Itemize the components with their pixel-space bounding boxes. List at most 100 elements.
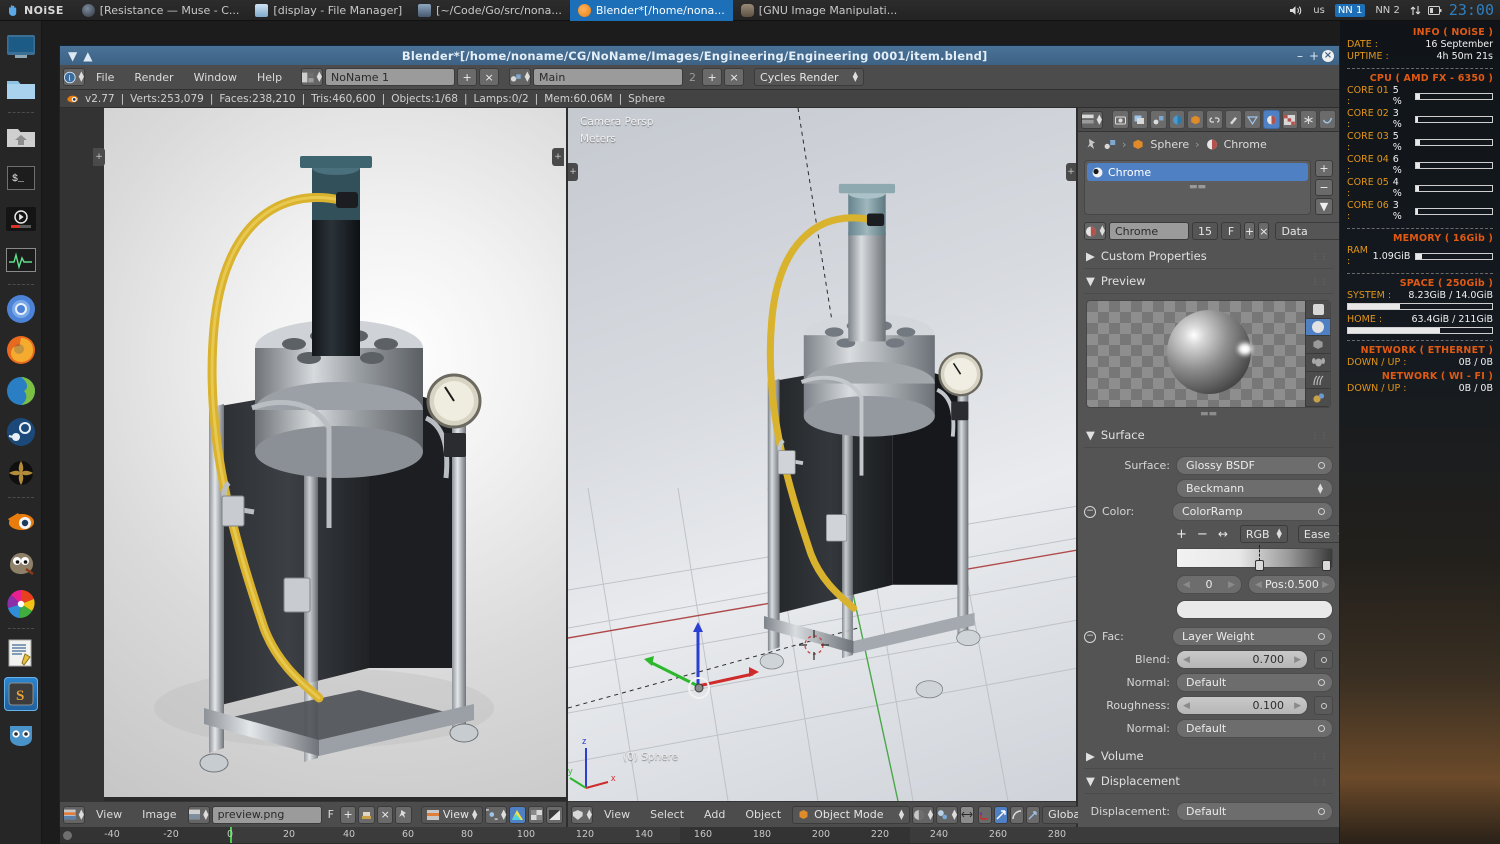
manipulator-rotate-button[interactable]: [1010, 805, 1025, 824]
add-image-button[interactable]: +: [339, 805, 357, 824]
screen-layout-icon-button[interactable]: ▲ ▼: [301, 68, 324, 86]
dock-item-terminal[interactable]: $_: [4, 161, 38, 195]
scene-field[interactable]: Main: [533, 68, 684, 86]
tab-world[interactable]: [1168, 110, 1186, 129]
preview-type-cube[interactable]: [1306, 336, 1330, 355]
tab-modifiers[interactable]: [1225, 110, 1242, 129]
node-socket-icon[interactable]: [1318, 633, 1325, 640]
pin-button[interactable]: [395, 805, 413, 824]
manipulator-translate-button[interactable]: [994, 805, 1009, 824]
image-editor-properties-expand-icon[interactable]: +: [552, 148, 564, 166]
properties-editor-type-selector[interactable]: ▲ ▼: [1081, 110, 1103, 129]
node-socket-icon[interactable]: [1318, 725, 1325, 732]
image-editor-menu-image[interactable]: Image: [133, 806, 185, 823]
taskbar-item-media-player[interactable]: [Resistance — Muse - C...: [74, 0, 248, 21]
workspace-1-button[interactable]: NN 1: [1334, 3, 1366, 17]
taskbar-item-blender[interactable]: Blender*[/home/nona...: [569, 0, 733, 21]
menu-file[interactable]: File: [87, 69, 123, 86]
viewport-3d-canvas[interactable]: z x y Camera Persp Meters (0) Sphere + +: [568, 108, 1076, 801]
node-socket-icon[interactable]: [1318, 508, 1325, 515]
dock-item-home[interactable]: [4, 120, 38, 154]
new-material-button[interactable]: +: [1244, 222, 1256, 240]
image-editor-canvas[interactable]: [104, 108, 566, 797]
increment-icon[interactable]: ▶: [1322, 580, 1329, 590]
fake-user-toggle[interactable]: F: [324, 808, 338, 821]
remove-colorramp-stop-button[interactable]: −: [1197, 527, 1208, 542]
dock-item-sublime[interactable]: S: [3, 677, 38, 711]
network-icon[interactable]: [1410, 4, 1421, 17]
panel-displacement[interactable]: ▼ Displacement ⋮⋮: [1084, 769, 1333, 794]
colorramp-stop-color-swatch[interactable]: [1176, 600, 1333, 619]
preview-type-sphere-sky[interactable]: [1306, 389, 1330, 407]
workspace-2-button[interactable]: NN 2: [1372, 4, 1403, 17]
flip-colorramp-button[interactable]: ↔: [1218, 527, 1228, 541]
viewport-editor-type-selector[interactable]: ▲ ▼: [571, 805, 593, 824]
add-screen-layout-button[interactable]: +: [457, 68, 478, 86]
preview-resize-grip[interactable]: ▬▬: [1084, 409, 1333, 419]
decrement-icon[interactable]: ◀: [1255, 580, 1262, 590]
dock-item-firefox[interactable]: [4, 333, 38, 367]
tab-render[interactable]: [1112, 110, 1130, 129]
pin-icon[interactable]: [1086, 138, 1098, 150]
menu-render[interactable]: Render: [125, 69, 182, 86]
material-preview[interactable]: [1086, 300, 1331, 408]
image-browse-icon-button[interactable]: ▲ ▼: [187, 805, 210, 824]
taskbar-item-file-manager[interactable]: [display - File Manager]: [247, 0, 410, 21]
panel-surface[interactable]: ▼ Surface ⋮⋮: [1084, 423, 1333, 448]
interaction-mode-selector[interactable]: Object Mode ▲ ▼: [792, 805, 911, 824]
image-view-mode-selector[interactable]: View ▲ ▼: [420, 805, 484, 824]
image-editor-menu-view[interactable]: View: [87, 806, 131, 823]
dock-item-steam[interactable]: [4, 415, 38, 449]
snap-target-selector[interactable]: ▲ ▼: [936, 805, 959, 824]
timeline-ruler[interactable]: -40 -20 0 20 40 60 80 100 120 140 160 18…: [60, 827, 1339, 844]
colorramp-color-mode-selector[interactable]: RGB ▲ ▼: [1239, 525, 1288, 543]
material-name-field[interactable]: Chrome: [1109, 222, 1189, 240]
material-fake-user-toggle[interactable]: F: [1221, 222, 1241, 240]
screen-layout-field[interactable]: NoName 1: [325, 68, 456, 86]
dock-item-wine[interactable]: [4, 456, 38, 490]
roughness-node-socket[interactable]: [1314, 696, 1333, 715]
window-menu-icon[interactable]: ▼: [65, 49, 80, 63]
colorramp-stop-end[interactable]: [1322, 560, 1331, 571]
unlink-material-button[interactable]: ×: [1258, 222, 1270, 240]
colorramp-index-field[interactable]: ◀ 0 ▶: [1176, 575, 1242, 594]
image-editor-type-selector[interactable]: ▲ ▼: [63, 805, 85, 824]
viewport-shading-selector[interactable]: ▲ ▼: [912, 805, 935, 824]
breadcrumb-material-name[interactable]: Chrome: [1224, 138, 1267, 151]
node-socket-icon[interactable]: [1318, 808, 1325, 815]
dock-item-blender[interactable]: [4, 505, 38, 539]
delete-scene-button[interactable]: ×: [724, 68, 745, 86]
viewport-menu-add[interactable]: Add: [695, 806, 734, 823]
tab-object[interactable]: [1187, 110, 1205, 129]
battery-icon[interactable]: [1427, 5, 1442, 16]
decrement-icon[interactable]: ◀: [1183, 580, 1190, 590]
panel-preview[interactable]: ▼ Preview ⋮⋮: [1084, 269, 1333, 294]
decrement-icon[interactable]: ◀: [1183, 655, 1190, 665]
dock-item-krita[interactable]: [4, 587, 38, 621]
panel-custom-properties[interactable]: ▶ Custom Properties ⋮⋮: [1084, 244, 1333, 269]
viewport-menu-view[interactable]: View: [595, 806, 639, 823]
add-scene-button[interactable]: +: [702, 68, 723, 86]
dock-item-media-player[interactable]: [4, 202, 38, 236]
normal-selector-1[interactable]: Default: [1176, 673, 1333, 692]
dock-item-gimp[interactable]: [4, 546, 38, 580]
dock-item-godot[interactable]: [4, 718, 38, 752]
increment-icon[interactable]: ▶: [1294, 701, 1301, 711]
increment-icon[interactable]: ▶: [1294, 655, 1301, 665]
material-users-count[interactable]: 15: [1192, 222, 1218, 240]
dock-item-text-editor[interactable]: [4, 636, 38, 670]
tab-particles[interactable]: [1300, 110, 1318, 129]
image-name-field[interactable]: preview.png: [211, 805, 322, 824]
panel-volume[interactable]: ▶ Volume ⋮⋮: [1084, 744, 1333, 769]
decrement-icon[interactable]: ◀: [1183, 701, 1190, 711]
material-specials-menu-button[interactable]: ▼: [1315, 198, 1333, 215]
increment-icon[interactable]: ▶: [1228, 580, 1235, 590]
dock-item-system-monitor[interactable]: [4, 243, 38, 277]
delete-screen-layout-button[interactable]: ×: [479, 68, 500, 86]
displacement-selector[interactable]: Default: [1176, 802, 1333, 821]
colorramp-interpolation-selector[interactable]: Ease ▲▼: [1297, 525, 1339, 543]
tab-physics[interactable]: [1319, 110, 1336, 129]
window-shade-icon[interactable]: ▲: [80, 49, 95, 63]
blend-slider[interactable]: ◀ 0.700 ▶: [1176, 650, 1308, 669]
tab-scene[interactable]: [1149, 110, 1167, 129]
